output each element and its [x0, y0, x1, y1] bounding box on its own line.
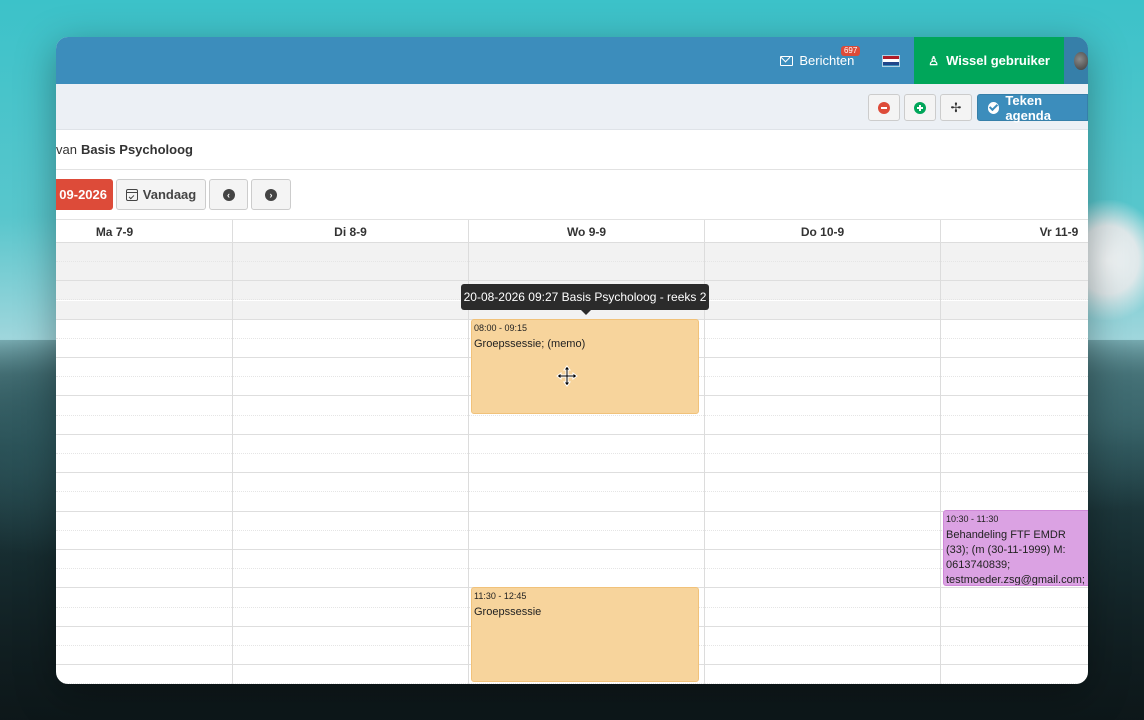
day-header-thu: Do 10-9	[705, 220, 941, 243]
day-header-fri: Vr 11-9	[1039, 224, 1079, 239]
avatar	[1074, 51, 1088, 70]
today-button[interactable]: Vandaag	[116, 179, 206, 210]
event-time: 08:00 - 09:15	[474, 323, 528, 333]
day-header-mon: Ma 7-9	[56, 220, 233, 243]
event-time: 10:30 - 11:30	[946, 514, 999, 524]
event-time: 11:30 - 12:45	[474, 591, 527, 601]
event-tooltip: 20-08-2026 09:27 Basis Psycholoog - reek…	[461, 284, 709, 315]
time-slot-row[interactable]	[56, 493, 1088, 512]
calendar-check-icon	[125, 188, 138, 201]
draw-agenda-button[interactable]: Teken agenda	[977, 92, 1088, 123]
calendar-navigation: 09-2026 Vandaag ‹ ›	[56, 170, 1088, 220]
time-slot-row[interactable]	[56, 416, 1088, 435]
zoom-out-button[interactable]	[868, 94, 900, 121]
arrow-left-icon: ‹	[222, 188, 235, 201]
column-divider	[940, 243, 941, 684]
time-slot-row[interactable]	[56, 531, 1088, 550]
expand-arrows-icon: ✢	[950, 100, 962, 115]
time-slot-row[interactable]	[56, 262, 1088, 282]
day-header-row: Ma 7-9 Di 8-9 Wo 9-9 Do 10-9 Vr 11-9	[56, 220, 1088, 243]
draw-agenda-label: Teken agenda	[1005, 92, 1051, 123]
column-divider	[232, 243, 233, 684]
minus-circle-icon	[878, 101, 890, 114]
time-slot-row[interactable]	[56, 512, 1088, 531]
calendar-event[interactable]: 10:30 - 11:30 Behandeling FTF EMDR (33);…	[943, 510, 1088, 586]
switch-user-label: Wissel gebruiker	[946, 53, 1050, 68]
top-navbar: Berichten 697 ♙ Wissel gebruiker	[56, 37, 1088, 84]
switch-user-button[interactable]: ♙ Wissel gebruiker	[914, 37, 1064, 84]
agenda-subtitle: van Basis Psycholoog	[56, 130, 1088, 170]
time-slot-row[interactable]	[56, 550, 1088, 570]
date-picker-button[interactable]: 09-2026	[56, 179, 113, 210]
language-selector[interactable]	[868, 37, 914, 84]
next-week-button[interactable]: ›	[251, 179, 291, 210]
day-header-wed: Wo 9-9	[469, 220, 705, 243]
calendar-event[interactable]: 11:30 - 12:45 Groepssessie	[471, 587, 699, 682]
messages-link[interactable]: Berichten 697	[766, 37, 868, 84]
envelope-icon	[780, 55, 794, 66]
plus-circle-icon	[914, 101, 926, 114]
app-window: Berichten 697 ♙ Wissel gebruiker ✢ Teken…	[56, 37, 1088, 684]
calendar-event[interactable]: 08:00 - 09:15 Groepssessie; (memo)	[471, 319, 699, 414]
zoom-in-button[interactable]	[904, 94, 936, 121]
user-menu[interactable]	[1064, 37, 1088, 84]
event-title: Groepssessie	[474, 606, 542, 618]
subtitle-prefix: van	[56, 142, 77, 157]
today-label: Vandaag	[142, 187, 197, 202]
time-slot-row[interactable]	[56, 454, 1088, 474]
time-slot-row[interactable]	[56, 435, 1088, 454]
previous-week-button[interactable]: ‹	[209, 179, 248, 210]
time-slot-row[interactable]	[56, 569, 1088, 589]
move-cursor-icon	[556, 365, 578, 387]
time-slot-row[interactable]	[56, 473, 1088, 493]
calendar-toolbar: ✢ Teken agenda	[56, 84, 1088, 130]
dutch-flag-icon	[882, 54, 901, 67]
event-title: Behandeling FTF EMDR (33); (m (30-11-199…	[946, 529, 1085, 586]
date-label: 09-2026	[59, 187, 107, 202]
user-secret-icon: ♙	[928, 53, 940, 68]
day-header-tue: Di 8-9	[233, 220, 469, 243]
check-circle-icon	[988, 101, 1000, 114]
messages-count-badge: 697	[840, 46, 861, 56]
subtitle-name: Basis Psycholoog	[80, 142, 193, 157]
fullscreen-button[interactable]: ✢	[940, 94, 972, 121]
time-slot-row[interactable]	[56, 243, 1088, 262]
event-title: Groepssessie; (memo)	[474, 338, 586, 350]
arrow-right-icon: ›	[265, 188, 277, 201]
